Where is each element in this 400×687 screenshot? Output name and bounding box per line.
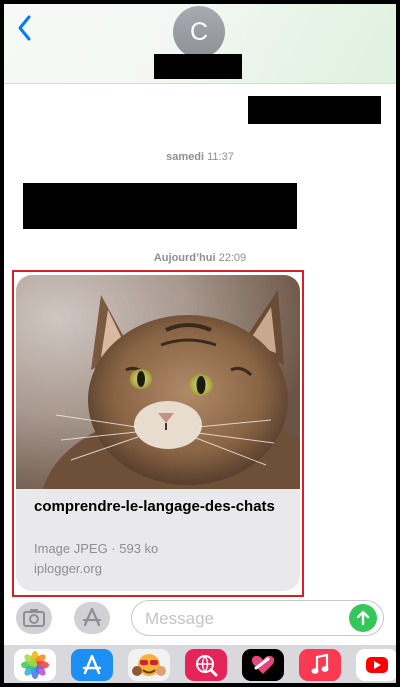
app-store-app-icon[interactable] (71, 649, 113, 681)
contact-avatar[interactable]: C (173, 6, 225, 58)
app-store-icon (82, 607, 102, 627)
conversation-header: C (4, 4, 396, 84)
timestamp-time: 11:37 (207, 151, 234, 163)
timestamp-day: Aujourd’hui (153, 252, 216, 264)
music-note-icon (311, 653, 329, 674)
send-button[interactable] (349, 604, 377, 632)
messages-screen: C samedi 11:37 Aujourd’hui 22:09 compren… (4, 4, 396, 683)
cat-photo (16, 275, 300, 489)
digital-touch-app-icon[interactable] (242, 649, 284, 681)
timestamp-2: Aujourd’hui 22:09 (4, 252, 396, 264)
timestamp-1: samedi 11:37 (4, 151, 396, 163)
link-preview-card[interactable]: comprendre-le-langage-des-chats Image JP… (16, 275, 300, 591)
music-app-icon[interactable] (299, 649, 341, 681)
sent-message-redacted[interactable] (248, 96, 381, 124)
imessage-app-strip (4, 645, 396, 683)
message-field[interactable] (131, 600, 384, 636)
compose-bar (4, 600, 396, 640)
message-input[interactable] (145, 609, 345, 629)
app-store-button[interactable] (74, 602, 110, 634)
timestamp-time: 22:09 (218, 252, 247, 264)
photos-app-icon[interactable] (14, 649, 56, 681)
memoji-app-icon[interactable] (128, 649, 170, 681)
memoji-icon (132, 654, 166, 676)
camera-button[interactable] (16, 602, 52, 634)
app-store-icon (82, 654, 102, 675)
back-button[interactable] (12, 12, 40, 44)
contact-name-redacted[interactable] (154, 54, 242, 79)
globe-search-icon (196, 655, 218, 677)
camera-icon (23, 609, 45, 627)
link-preview-file-info: Image JPEG · 593 ko (34, 541, 159, 556)
web-search-app-icon[interactable] (185, 649, 227, 681)
photos-icon (21, 651, 49, 679)
youtube-app-icon[interactable] (356, 649, 396, 681)
arrow-up-icon (356, 610, 370, 626)
youtube-icon (366, 657, 388, 673)
timestamp-day: samedi (166, 151, 205, 163)
received-message-redacted[interactable] (23, 183, 297, 229)
link-preview-title: comprendre-le-langage-des-chats (34, 498, 275, 515)
link-preview-domain: iplogger.org (34, 561, 102, 576)
chevron-left-icon (18, 15, 31, 41)
heart-icon (251, 655, 275, 674)
